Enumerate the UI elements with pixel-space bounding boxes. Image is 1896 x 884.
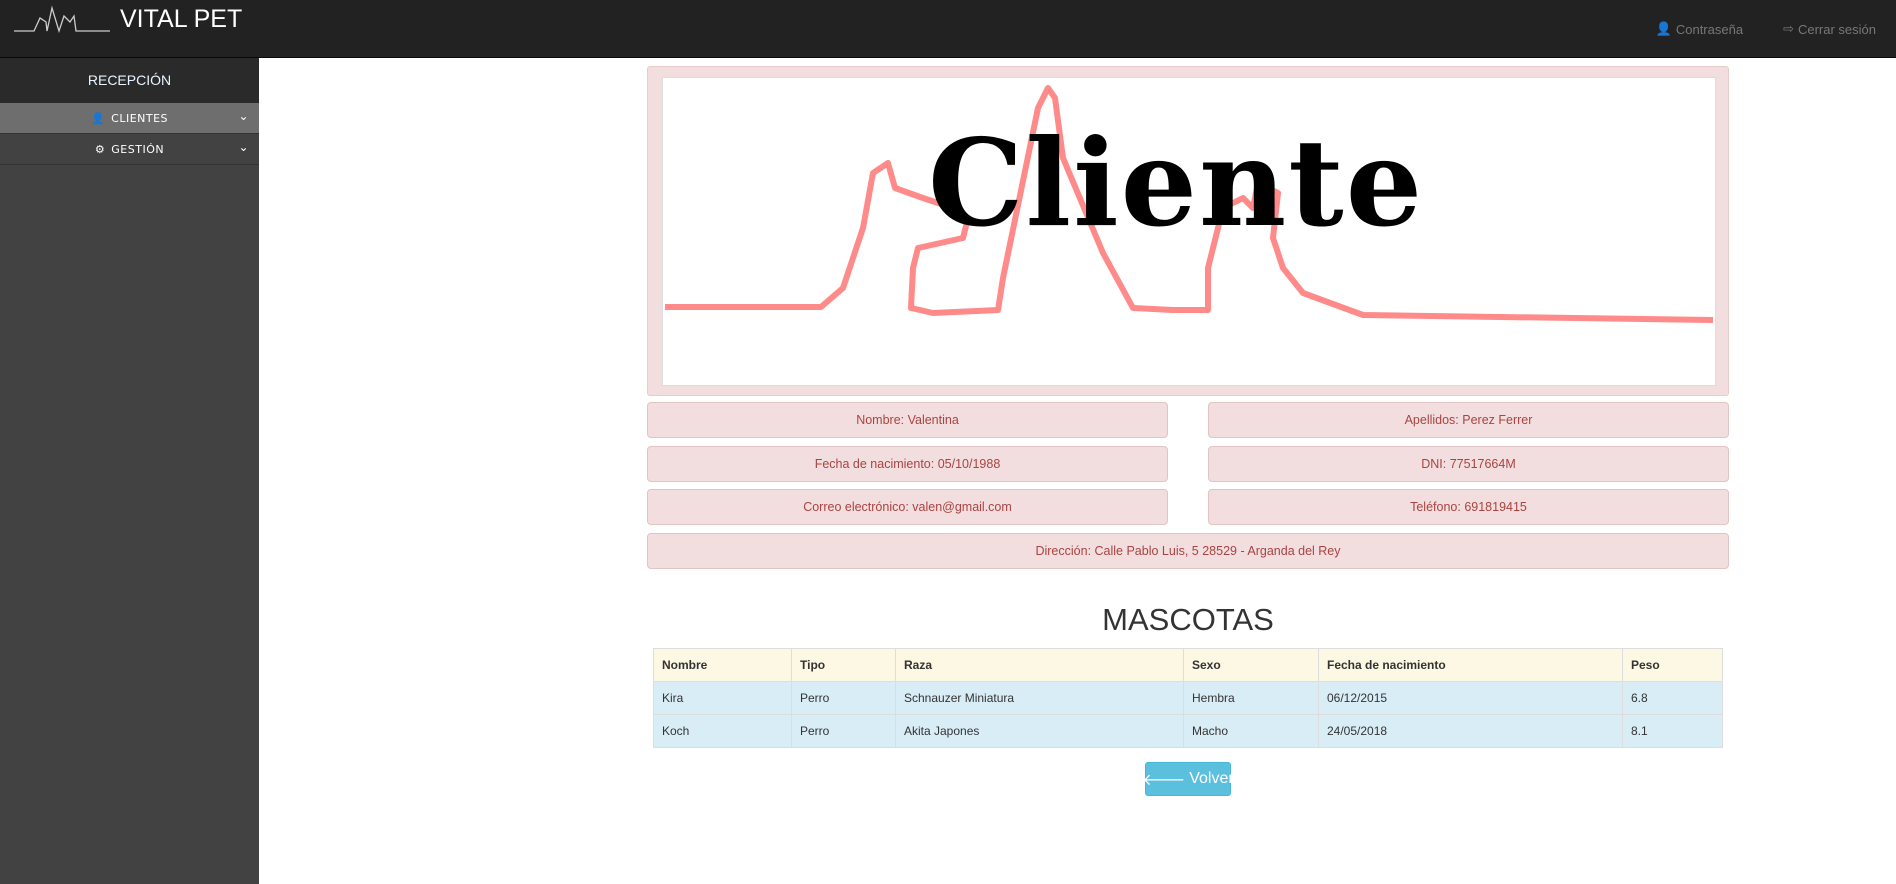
cell: 06/12/2015 <box>1318 681 1623 715</box>
field-apellidos: Apellidos: Perez Ferrer <box>1208 402 1729 438</box>
banner-title: Cliente <box>928 113 1425 254</box>
table-row[interactable]: Koch Perro Akita Japones Macho 24/05/201… <box>653 714 1723 748</box>
sidebar-item-clientes[interactable]: 👤 CLIENTES ⌄ <box>0 103 259 134</box>
field-direccion: Dirección: Calle Pablo Luis, 5 28529 - A… <box>647 533 1729 569</box>
cell: 24/05/2018 <box>1318 714 1623 748</box>
cell: 8.1 <box>1622 714 1723 748</box>
gear-icon: ⚙ <box>94 142 106 156</box>
chevron-down-icon: ⌄ <box>238 140 249 154</box>
user-icon: 👤 <box>90 111 106 125</box>
sidebar: RECEPCIÓN 👤 CLIENTES ⌄ ⚙ GESTIÓN ⌄ <box>0 58 259 884</box>
field-dni: DNI: 77517664M <box>1208 446 1729 482</box>
field-fecha-nacimiento: Fecha de nacimiento: 05/10/1988 <box>647 446 1168 482</box>
logout-link[interactable]: ⇨ Cerrar sesión <box>1783 21 1876 37</box>
user-icon: 👤 <box>1655 21 1672 36</box>
logout-icon: ⇨ <box>1783 21 1794 36</box>
cell: Kira <box>653 681 792 715</box>
cell: 6.8 <box>1622 681 1723 715</box>
arrow-left-icon: 🡐 <box>1142 771 1186 789</box>
logout-label: Cerrar sesión <box>1797 21 1876 37</box>
banner-image: Cliente <box>662 77 1716 386</box>
column-header: Nombre <box>653 648 792 682</box>
pets-title: MASCOTAS <box>1102 602 1274 637</box>
sidebar-title: RECEPCIÓN <box>0 58 259 103</box>
cell: Schnauzer Miniatura <box>895 681 1184 715</box>
back-label: Volver <box>1189 770 1234 787</box>
table-row[interactable]: Kira Perro Schnauzer Miniatura Hembra 06… <box>653 681 1723 715</box>
cell: Macho <box>1183 714 1319 748</box>
column-header: Fecha de nacimiento <box>1318 648 1623 682</box>
back-button[interactable]: 🡐 Volver <box>1142 762 1234 796</box>
top-navbar: VITAL PET 👤 Contraseña ⇨ Cerrar sesión <box>0 0 1896 58</box>
brand-logo[interactable]: VITAL PET <box>12 4 242 34</box>
column-header: Tipo <box>791 648 896 682</box>
field-telefono: Teléfono: 691819415 <box>1208 489 1729 525</box>
sidebar-item-label: CLIENTES <box>111 111 169 125</box>
table-header-row: Nombre Tipo Raza Sexo Fecha de nacimient… <box>653 648 1723 682</box>
field-correo: Correo electrónico: valen@gmail.com <box>647 489 1168 525</box>
cell: Koch <box>653 714 792 748</box>
field-nombre: Nombre: Valentina <box>647 402 1168 438</box>
cell: Hembra <box>1183 681 1319 715</box>
pet-line-logo-icon <box>14 5 110 34</box>
change-password-label: Contraseña <box>1675 21 1744 37</box>
sidebar-item-label: GESTIÓN <box>111 142 165 156</box>
client-banner: Cliente <box>647 66 1729 396</box>
pets-table: Nombre Tipo Raza Sexo Fecha de nacimient… <box>653 648 1723 748</box>
column-header: Peso <box>1622 648 1723 682</box>
cell: Akita Japones <box>895 714 1184 748</box>
cell: Perro <box>791 714 896 748</box>
chevron-down-icon: ⌄ <box>238 109 249 123</box>
cell: Perro <box>791 681 896 715</box>
sidebar-item-gestion[interactable]: ⚙ GESTIÓN ⌄ <box>0 134 259 165</box>
change-password-link[interactable]: 👤 Contraseña <box>1656 21 1743 37</box>
brand-name: VITAL PET <box>120 4 243 33</box>
column-header: Sexo <box>1183 648 1319 682</box>
column-header: Raza <box>895 648 1184 682</box>
